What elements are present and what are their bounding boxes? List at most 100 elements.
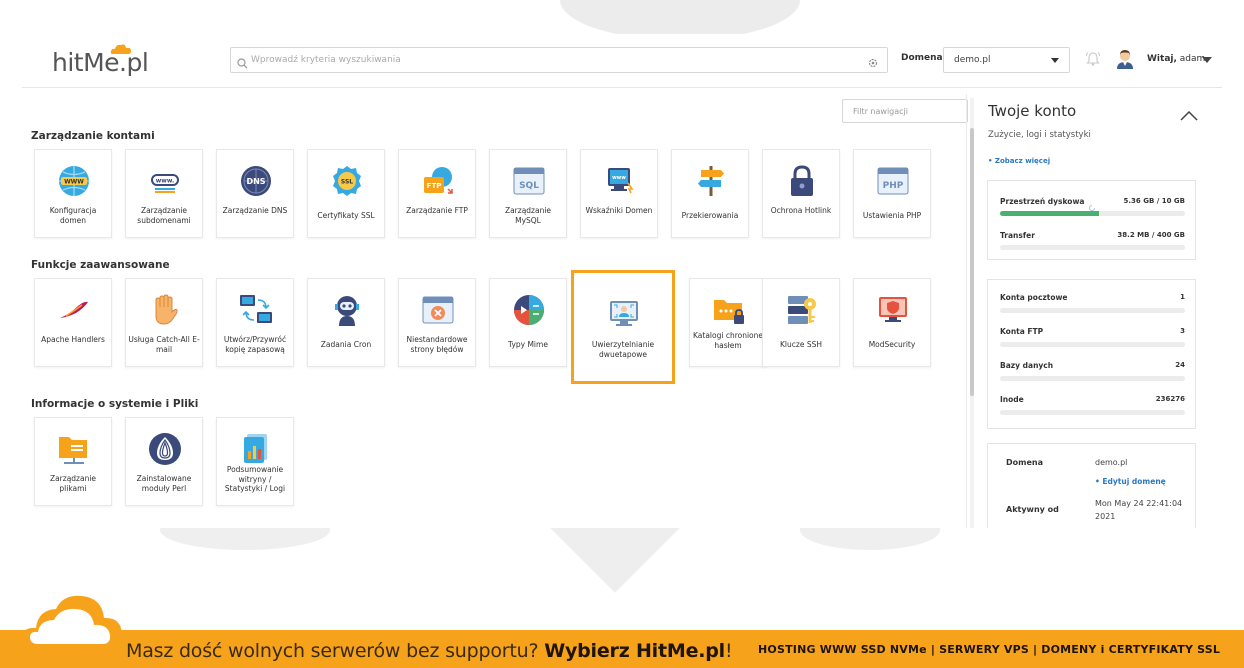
tile-label: Utwórz/Przywróć kopię zapasową bbox=[223, 335, 287, 354]
refresh-icon[interactable] bbox=[1088, 197, 1096, 211]
banner-cta[interactable]: Wybierz HitMe.pl bbox=[544, 640, 725, 662]
counts-card: Konta pocztowe 1 Konta FTP 3 Bazy danych… bbox=[987, 279, 1196, 429]
domain-info-value: demo.pl bbox=[1095, 458, 1128, 467]
account-panel-title: Twoje konto bbox=[988, 102, 1077, 120]
active-since-label: Aktywny od bbox=[1006, 505, 1059, 514]
tile-mysql[interactable]: SQL Zarządzanie MySQL bbox=[489, 149, 567, 238]
databases-label: Bazy danych bbox=[1000, 361, 1054, 370]
inode-label: Inode bbox=[1000, 395, 1024, 404]
modsecurity-icon bbox=[875, 292, 911, 328]
user-greeting[interactable]: Witaj, adam bbox=[1147, 54, 1205, 64]
domain-select[interactable]: demo.pl bbox=[943, 47, 1070, 73]
chevron-up-icon[interactable] bbox=[1180, 106, 1198, 121]
tile-ssh-keys[interactable]: Klucze SSH bbox=[762, 278, 840, 367]
error-page-icon bbox=[420, 292, 456, 328]
tile-cron[interactable]: Zadania Cron bbox=[307, 278, 385, 367]
tile-redirects[interactable]: Przekierowania bbox=[671, 149, 749, 238]
tile-label: Zainstalowane moduły Perl bbox=[136, 474, 192, 493]
svg-text:SSL: SSL bbox=[341, 179, 353, 186]
greeting-bold: Witaj, bbox=[1147, 54, 1177, 64]
search-input[interactable] bbox=[251, 48, 851, 72]
tile-protected-dirs[interactable]: Katalogi chronione hasłem bbox=[689, 278, 767, 367]
disk-space-bar-fill bbox=[1000, 211, 1100, 216]
tile-php[interactable]: PHP Ustawienia PHP bbox=[853, 149, 931, 238]
subdomain-icon: www. bbox=[147, 163, 183, 199]
account-panel-subtitle: Zużycie, logi i statystyki bbox=[988, 130, 1091, 140]
tile-label: Zarządzanie DNS bbox=[222, 206, 288, 215]
banner-services: HOSTING WWW SSD NVMe | SERWERY VPS | DOM… bbox=[758, 643, 1221, 656]
sql-icon: SQL bbox=[511, 163, 547, 199]
mime-icon bbox=[511, 292, 547, 328]
tile-perl-modules[interactable]: Zainstalowane moduły Perl bbox=[125, 417, 203, 506]
panel-divider bbox=[966, 94, 967, 528]
tile-error-pages[interactable]: Niestandardowe strony błędów bbox=[398, 278, 476, 367]
ftp-icon: FTP bbox=[420, 163, 456, 199]
email-accounts-value: 1 bbox=[1180, 293, 1185, 301]
scrollbar-thumb[interactable] bbox=[970, 128, 974, 396]
tile-dns[interactable]: DNS Zarządzanie DNS bbox=[216, 149, 294, 238]
disk-space-bar bbox=[1000, 211, 1185, 216]
php-icon: PHP bbox=[875, 163, 911, 199]
tile-label: Ochrona Hotlink bbox=[770, 206, 832, 215]
tile-label: Przekierowania bbox=[681, 211, 739, 220]
domain-info-card: Domena demo.pl • Edytuj domenę Aktywny o… bbox=[987, 443, 1196, 528]
apache-feather-icon bbox=[56, 292, 92, 328]
avatar[interactable] bbox=[1116, 49, 1134, 69]
chevron-down-icon bbox=[1051, 58, 1059, 63]
tile-modsecurity[interactable]: ModSecurity bbox=[853, 278, 931, 367]
navigation-filter-input[interactable] bbox=[842, 99, 968, 123]
tile-label: Zarządzanie MySQL bbox=[504, 206, 552, 225]
tile-file-manager[interactable]: Zarządzanie plikami bbox=[34, 417, 112, 506]
tile-mime-types[interactable]: Typy Mime bbox=[489, 278, 567, 367]
logo-cloud-icon bbox=[110, 40, 132, 54]
svg-text:DNS: DNS bbox=[246, 177, 265, 186]
section-title-accounts: Zarządzanie kontami bbox=[31, 130, 155, 142]
banner-question: Masz dość wolnych serwerów bez supportu? bbox=[126, 640, 539, 662]
disk-space-label: Przestrzeń dyskowa bbox=[1000, 197, 1085, 206]
hand-icon bbox=[147, 292, 183, 328]
tile-label: Zarządzanie subdomenami bbox=[137, 206, 191, 225]
tile-ssl[interactable]: SSL Certyfikaty SSL bbox=[307, 149, 385, 238]
gear-icon[interactable] bbox=[867, 54, 879, 68]
email-accounts-label: Konta pocztowe bbox=[1000, 293, 1068, 302]
tile-subdomains[interactable]: www. Zarządzanie subdomenami bbox=[125, 149, 203, 238]
stats-icon bbox=[238, 431, 274, 467]
databases-bar bbox=[1000, 376, 1185, 381]
inode-value: 236276 bbox=[1155, 395, 1185, 403]
lock-icon bbox=[784, 163, 820, 199]
tile-ftp[interactable]: FTP Zarządzanie FTP bbox=[398, 149, 476, 238]
tile-catch-all[interactable]: Usługa Catch-All E-mail bbox=[125, 278, 203, 367]
tile-two-factor-auth[interactable]: Uwierzytelnianie dwuetapowe bbox=[571, 270, 675, 384]
domain-label: Domena bbox=[901, 53, 943, 63]
www-globe-icon: WWW bbox=[56, 163, 92, 199]
search-icon bbox=[237, 54, 248, 69]
svg-text:www.: www. bbox=[156, 178, 175, 185]
tile-domain-config[interactable]: WWW Konfiguracja domen bbox=[34, 149, 112, 238]
svg-text:WWW: WWW bbox=[64, 179, 84, 186]
file-manager-icon bbox=[56, 431, 92, 467]
tile-site-stats[interactable]: Podsumowanie witryny / Statystyki / Logi bbox=[216, 417, 294, 506]
tile-apache-handlers[interactable]: Apache Handlers bbox=[34, 278, 112, 367]
backup-monitors-icon bbox=[238, 292, 274, 328]
perl-onion-icon bbox=[147, 431, 183, 467]
tile-label: ModSecurity bbox=[868, 340, 916, 349]
logo[interactable]: hitMe.pl bbox=[52, 48, 149, 77]
ssl-badge-icon: SSL bbox=[329, 163, 365, 199]
tile-backup[interactable]: Utwórz/Przywróć kopię zapasową bbox=[216, 278, 294, 367]
inode-bar bbox=[1000, 410, 1185, 415]
banner-exclamation: ! bbox=[725, 640, 733, 662]
control-panel-window: hitMe.pl Domena demo.pl Witaj, adam bbox=[22, 34, 1222, 528]
ftp-accounts-label: Konta FTP bbox=[1000, 327, 1044, 336]
edit-domain-link[interactable]: • Edytuj domenę bbox=[1095, 477, 1166, 486]
tile-label: Klucze SSH bbox=[780, 340, 822, 349]
svg-text:SQL: SQL bbox=[519, 181, 539, 191]
tile-hotlink[interactable]: Ochrona Hotlink bbox=[762, 149, 840, 238]
section-title-advanced: Funkcje zaawansowane bbox=[31, 259, 170, 271]
see-more-link[interactable]: • Zobacz więcej bbox=[988, 157, 1050, 165]
ftp-accounts-bar bbox=[1000, 342, 1185, 347]
tile-label: Zadania Cron bbox=[320, 340, 372, 349]
tile-label: Wskaźniki Domen bbox=[585, 206, 653, 215]
notification-bell-icon[interactable] bbox=[1085, 51, 1101, 67]
tile-domain-pointers[interactable]: www Wskaźniki Domen bbox=[580, 149, 658, 238]
user-menu-chevron-icon[interactable] bbox=[1202, 57, 1212, 63]
